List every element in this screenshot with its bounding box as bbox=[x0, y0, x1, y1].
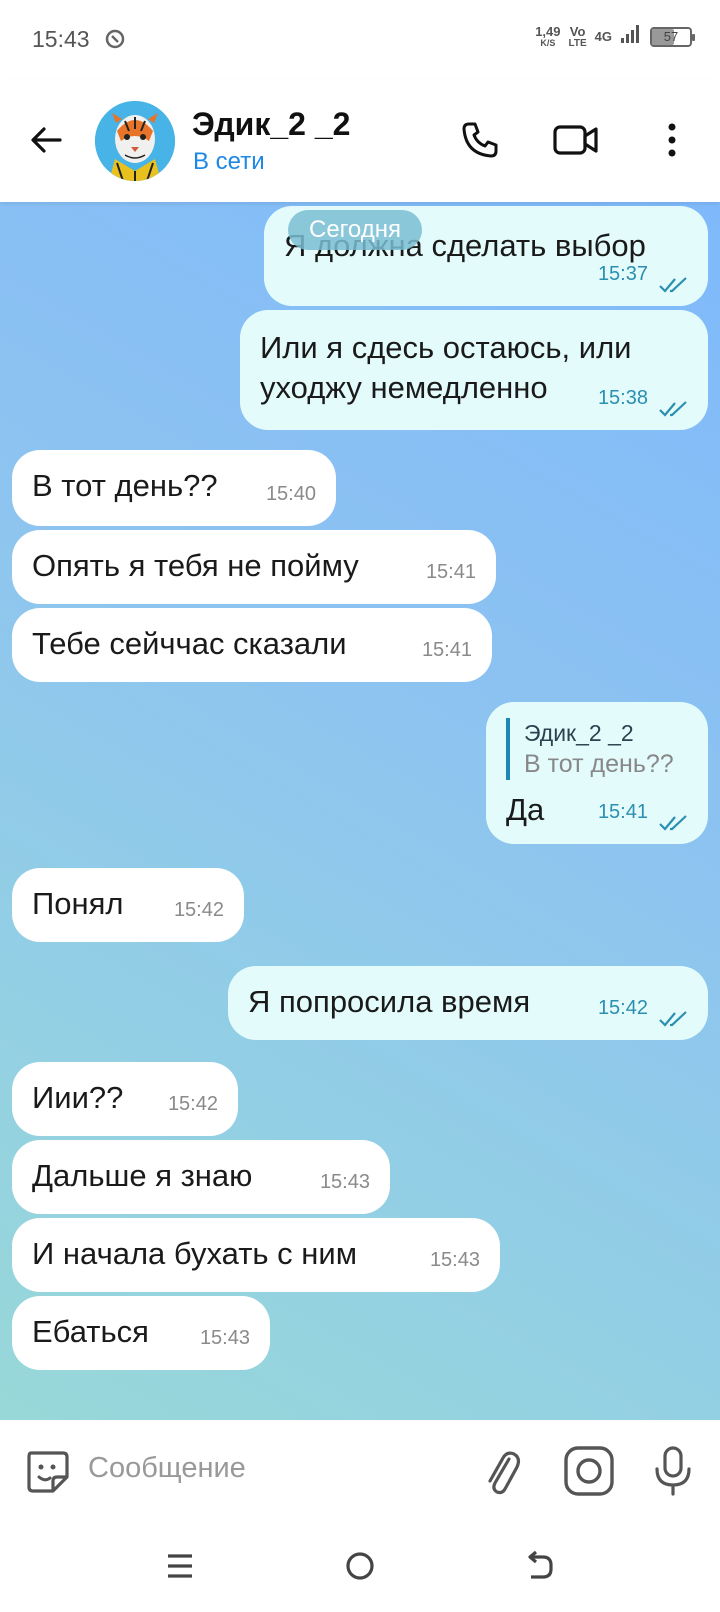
volte-indicator: Vo LTE bbox=[569, 25, 587, 49]
message-text: Я попросила время bbox=[248, 984, 531, 1019]
microphone-icon bbox=[655, 1446, 691, 1496]
status-time: 15:43 bbox=[32, 26, 90, 52]
contact-name[interactable]: Эдик_2 _2 bbox=[192, 106, 350, 143]
net-speed-value: 1,49 bbox=[535, 23, 561, 39]
message-time: 15:40 bbox=[265, 483, 316, 505]
message-time: 15:38 bbox=[597, 387, 648, 409]
read-receipt-icon bbox=[659, 815, 687, 831]
sticker-icon bbox=[27, 1451, 69, 1493]
message-time: 15:43 bbox=[429, 1249, 480, 1271]
message-time: 15:43 bbox=[319, 1171, 370, 1193]
message-incoming[interactable]: Опять я тебя не пойму 15:41 bbox=[12, 530, 496, 604]
voice-message-button[interactable] bbox=[646, 1444, 700, 1498]
message-text: Тебе сейччас сказали bbox=[32, 626, 347, 661]
message-text: Понял bbox=[32, 886, 124, 921]
back-button[interactable] bbox=[26, 118, 70, 162]
home-circle-icon bbox=[346, 1552, 374, 1580]
message-time: 15:43 bbox=[199, 1327, 250, 1349]
message-time: 15:41 bbox=[421, 639, 472, 661]
message-input[interactable]: Сообщение bbox=[88, 1452, 246, 1485]
message-incoming[interactable]: Тебе сейччас сказали 15:41 bbox=[12, 608, 492, 682]
message-text: Да bbox=[506, 792, 545, 827]
message-text: Дальше я знаю bbox=[32, 1158, 253, 1193]
return-icon bbox=[528, 1551, 553, 1579]
chat-header: Эдик_2 _2 В сети bbox=[0, 80, 720, 202]
reply-text: В тот день?? bbox=[524, 750, 674, 778]
net-speed: 1,49 K/S bbox=[535, 25, 560, 49]
read-receipt-icon bbox=[659, 277, 687, 293]
tiger-avatar-icon bbox=[95, 101, 175, 181]
read-receipt-icon bbox=[659, 1011, 687, 1027]
message-text: Ебаться bbox=[32, 1314, 149, 1349]
message-time: 15:41 bbox=[597, 801, 648, 823]
message-text: В тот день?? bbox=[32, 468, 218, 503]
message-incoming[interactable]: Дальше я знаю 15:43 bbox=[12, 1140, 390, 1214]
message-time: 15:42 bbox=[173, 899, 224, 921]
message-outgoing[interactable]: Я попросила время 15:42 bbox=[228, 966, 708, 1040]
video-call-button[interactable] bbox=[552, 116, 600, 164]
message-outgoing-reply[interactable]: Эдик_2 _2 В тот день?? Да 15:41 bbox=[486, 702, 708, 844]
status-bar: 15:43 1,49 K/S Vo LTE 4G 57 bbox=[0, 0, 720, 80]
call-button[interactable] bbox=[456, 116, 504, 164]
sticker-button[interactable] bbox=[20, 1444, 74, 1498]
battery-level: 57 bbox=[663, 28, 679, 44]
network-type: 4G bbox=[594, 29, 612, 44]
battery-icon: 57 bbox=[650, 26, 695, 47]
volte-bottom: LTE bbox=[568, 37, 587, 49]
message-incoming[interactable]: Ебаться 15:43 bbox=[12, 1296, 270, 1370]
video-camera-icon bbox=[553, 125, 598, 155]
attach-button[interactable] bbox=[474, 1444, 528, 1498]
message-text: Иии?? bbox=[32, 1080, 124, 1115]
message-time: 15:42 bbox=[597, 997, 648, 1019]
message-incoming[interactable]: В тот день?? 15:40 bbox=[12, 450, 336, 526]
message-outgoing[interactable]: Или я сдесь остаюсь, или уходжу немедленн… bbox=[240, 310, 708, 430]
date-chip: Сегодня bbox=[288, 210, 422, 250]
recent-apps-button[interactable] bbox=[160, 1546, 200, 1586]
message-time: 15:37 bbox=[597, 263, 648, 285]
system-back-button[interactable] bbox=[520, 1546, 560, 1586]
dnd-icon bbox=[104, 28, 126, 50]
back-arrow-icon bbox=[31, 127, 62, 153]
more-options-button[interactable] bbox=[648, 116, 696, 164]
message-input-bar: Сообщение bbox=[0, 1420, 720, 1520]
message-text: И начала бухать с ним bbox=[32, 1236, 358, 1271]
home-button[interactable] bbox=[340, 1546, 380, 1586]
contact-avatar[interactable] bbox=[95, 101, 175, 181]
more-vertical-icon bbox=[668, 123, 676, 157]
message-time: 15:41 bbox=[425, 561, 476, 583]
paperclip-icon bbox=[488, 1451, 521, 1495]
phone-icon bbox=[462, 122, 498, 158]
message-incoming[interactable]: И начала бухать с ним 15:43 bbox=[12, 1218, 500, 1292]
message-incoming[interactable]: Понял 15:42 bbox=[12, 868, 244, 942]
chat-area[interactable]: Сегодня Я должна сделать выбор 15:37 Или… bbox=[0, 202, 720, 1420]
contact-status: В сети bbox=[193, 148, 265, 175]
status-indicators: 1,49 K/S Vo LTE 4G 57 bbox=[535, 24, 695, 49]
system-nav-bar bbox=[0, 1520, 720, 1612]
net-speed-unit: K/S bbox=[540, 37, 556, 48]
reply-author: Эдик_2 _2 bbox=[524, 720, 634, 746]
menu-icon bbox=[168, 1554, 192, 1578]
camera-icon bbox=[564, 1446, 614, 1496]
message-text: Опять я тебя не пойму bbox=[32, 548, 359, 583]
message-incoming[interactable]: Иии?? 15:42 bbox=[12, 1062, 238, 1136]
message-time: 15:42 bbox=[167, 1093, 218, 1115]
signal-icon bbox=[620, 24, 642, 49]
reply-quote[interactable]: Эдик_2 _2 В тот день?? bbox=[506, 718, 688, 780]
read-receipt-icon bbox=[659, 401, 687, 417]
volte-top: Vo bbox=[569, 23, 586, 39]
camera-button[interactable] bbox=[562, 1444, 616, 1498]
